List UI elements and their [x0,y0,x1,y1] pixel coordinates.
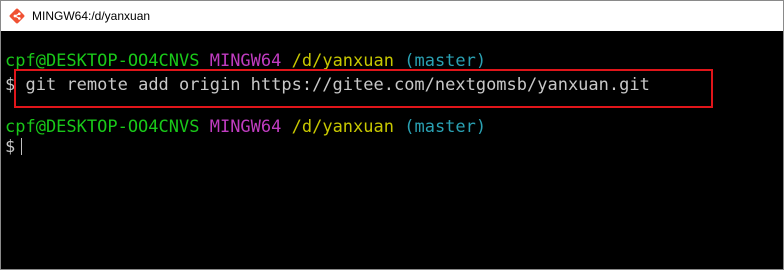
prompt-branch: (master) [404,117,487,137]
text-cursor [21,138,23,155]
prompt-branch: (master) [404,51,487,71]
input-line[interactable]: $ [5,137,23,157]
prompt-line: cpf@DESKTOP-OO4CNVS MINGW64 /d/yanxuan (… [5,117,486,137]
prompt-path: /d/yanxuan [291,117,394,137]
terminal-window: MINGW64:/d/yanxuan cpf@DESKTOP-OO4CNVS M… [0,0,784,270]
prompt-shell: MINGW64 [209,117,282,137]
prompt-symbol: $ [5,137,16,157]
prompt-line: cpf@DESKTOP-OO4CNVS MINGW64 /d/yanxuan (… [5,51,486,71]
scrollbar[interactable] [770,31,783,269]
prompt-path: /d/yanxuan [291,51,394,71]
highlight-annotation-box [14,69,713,108]
terminal-output[interactable]: cpf@DESKTOP-OO4CNVS MINGW64 /d/yanxuan (… [1,31,771,269]
prompt-user-host: cpf@DESKTOP-OO4CNVS [5,117,200,137]
title-bar[interactable]: MINGW64:/d/yanxuan [1,1,783,31]
window-title: MINGW64:/d/yanxuan [32,9,151,23]
prompt-shell: MINGW64 [209,51,282,71]
git-bash-icon [9,8,25,24]
prompt-user-host: cpf@DESKTOP-OO4CNVS [5,51,200,71]
